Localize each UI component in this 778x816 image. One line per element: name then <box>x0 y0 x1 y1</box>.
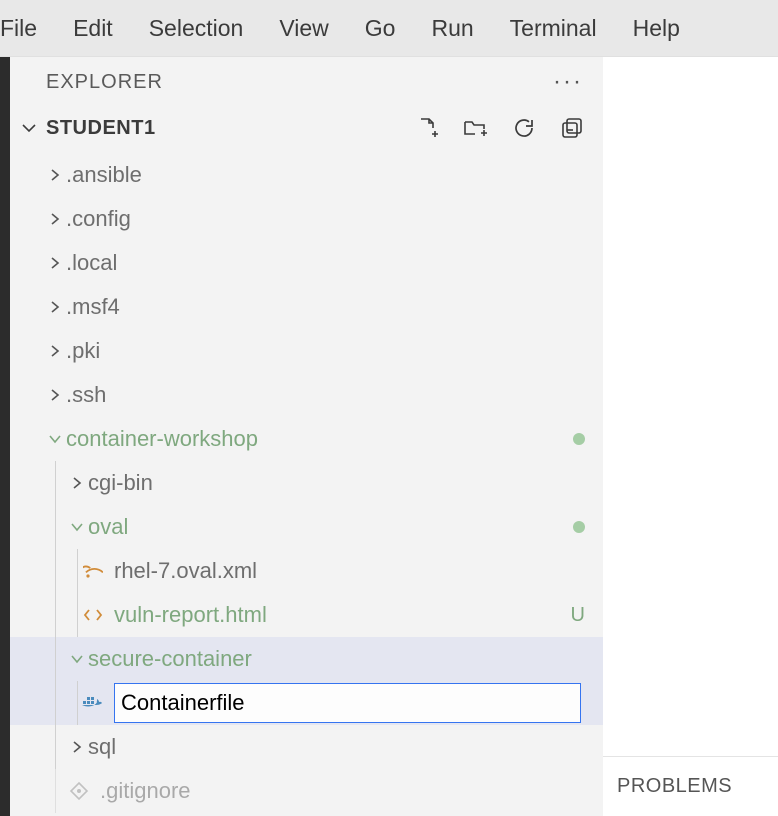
menu-terminal[interactable]: Terminal <box>492 0 615 56</box>
panel-tab-problems[interactable]: PROBLEMS <box>617 775 732 798</box>
folder-label: .config <box>66 206 585 232</box>
git-modified-dot-icon <box>573 433 585 445</box>
file-label: rhel-7.oval.xml <box>114 558 585 584</box>
tree-file-gitignore[interactable]: .gitignore <box>10 769 603 813</box>
folder-label: .local <box>66 250 585 276</box>
tree-folder-ssh[interactable]: .ssh <box>10 373 603 417</box>
tree-file-rhel-oval[interactable]: rhel-7.oval.xml <box>10 549 603 593</box>
tree-new-file-input-row[interactable] <box>10 681 603 725</box>
tree-folder-secure-container[interactable]: secure-container <box>10 637 603 681</box>
chevron-right-icon <box>66 476 88 490</box>
explorer-header: EXPLORER ··· <box>10 57 603 103</box>
folder-label: oval <box>88 514 573 540</box>
folder-label: .msf4 <box>66 294 585 320</box>
main-area: EXPLORER ··· STUDENT1 <box>0 57 778 816</box>
collapse-all-icon[interactable] <box>559 115 585 141</box>
git-modified-dot-icon <box>573 521 585 533</box>
file-tree: .ansible .config .local .msf4 .pki <box>10 153 603 816</box>
folder-label: .ansible <box>66 162 585 188</box>
new-folder-icon[interactable] <box>463 115 489 141</box>
chevron-down-icon <box>18 120 40 136</box>
workspace-actions <box>415 115 603 141</box>
workspace-name: STUDENT1 <box>46 117 409 140</box>
explorer-sidebar: EXPLORER ··· STUDENT1 <box>10 57 603 816</box>
chevron-right-icon <box>44 388 66 402</box>
tree-file-vuln-report[interactable]: vuln-report.html U <box>10 593 603 637</box>
chevron-down-icon <box>66 520 88 534</box>
menu-edit[interactable]: Edit <box>55 0 131 56</box>
git-untracked-badge: U <box>571 604 585 627</box>
tree-folder-local[interactable]: .local <box>10 241 603 285</box>
tree-folder-oval[interactable]: oval <box>10 505 603 549</box>
refresh-icon[interactable] <box>511 115 537 141</box>
menu-selection[interactable]: Selection <box>131 0 262 56</box>
tree-folder-container-workshop[interactable]: container-workshop <box>10 417 603 461</box>
chevron-right-icon <box>44 344 66 358</box>
explorer-title: EXPLORER <box>46 71 163 94</box>
folder-label: cgi-bin <box>88 470 585 496</box>
folder-label: container-workshop <box>66 426 573 452</box>
menu-run[interactable]: Run <box>413 0 491 56</box>
file-label: .gitignore <box>100 778 585 804</box>
tree-folder-config[interactable]: .config <box>10 197 603 241</box>
gitignore-file-icon <box>66 781 92 801</box>
menu-file[interactable]: File <box>0 0 55 56</box>
chevron-down-icon <box>44 432 66 446</box>
more-actions-icon[interactable]: ··· <box>553 70 583 94</box>
chevron-right-icon <box>44 256 66 270</box>
folder-label: sql <box>88 734 585 760</box>
menu-bar: File Edit Selection View Go Run Terminal… <box>0 0 778 57</box>
folder-label: secure-container <box>88 646 585 672</box>
chevron-down-icon <box>66 652 88 666</box>
xml-file-icon <box>80 561 106 581</box>
folder-label: .ssh <box>66 382 585 408</box>
menu-help[interactable]: Help <box>615 0 698 56</box>
html-file-icon <box>80 605 106 625</box>
docker-file-icon <box>80 694 106 712</box>
menu-view[interactable]: View <box>261 0 346 56</box>
chevron-right-icon <box>44 168 66 182</box>
chevron-right-icon <box>44 300 66 314</box>
tree-folder-sql[interactable]: sql <box>10 725 603 769</box>
menu-go[interactable]: Go <box>347 0 414 56</box>
activity-bar-edge <box>0 57 10 816</box>
editor-area: PROBLEMS <box>603 57 778 816</box>
tree-folder-msf4[interactable]: .msf4 <box>10 285 603 329</box>
tree-folder-pki[interactable]: .pki <box>10 329 603 373</box>
workspace-header[interactable]: STUDENT1 <box>10 103 603 153</box>
tree-folder-ansible[interactable]: .ansible <box>10 153 603 197</box>
chevron-right-icon <box>44 212 66 226</box>
tree-folder-cgi-bin[interactable]: cgi-bin <box>10 461 603 505</box>
panel-tab-bar: PROBLEMS <box>603 756 778 816</box>
file-label: vuln-report.html <box>114 602 571 628</box>
new-file-name-input[interactable] <box>114 683 581 723</box>
folder-label: .pki <box>66 338 585 364</box>
chevron-right-icon <box>66 740 88 754</box>
new-file-icon[interactable] <box>415 115 441 141</box>
